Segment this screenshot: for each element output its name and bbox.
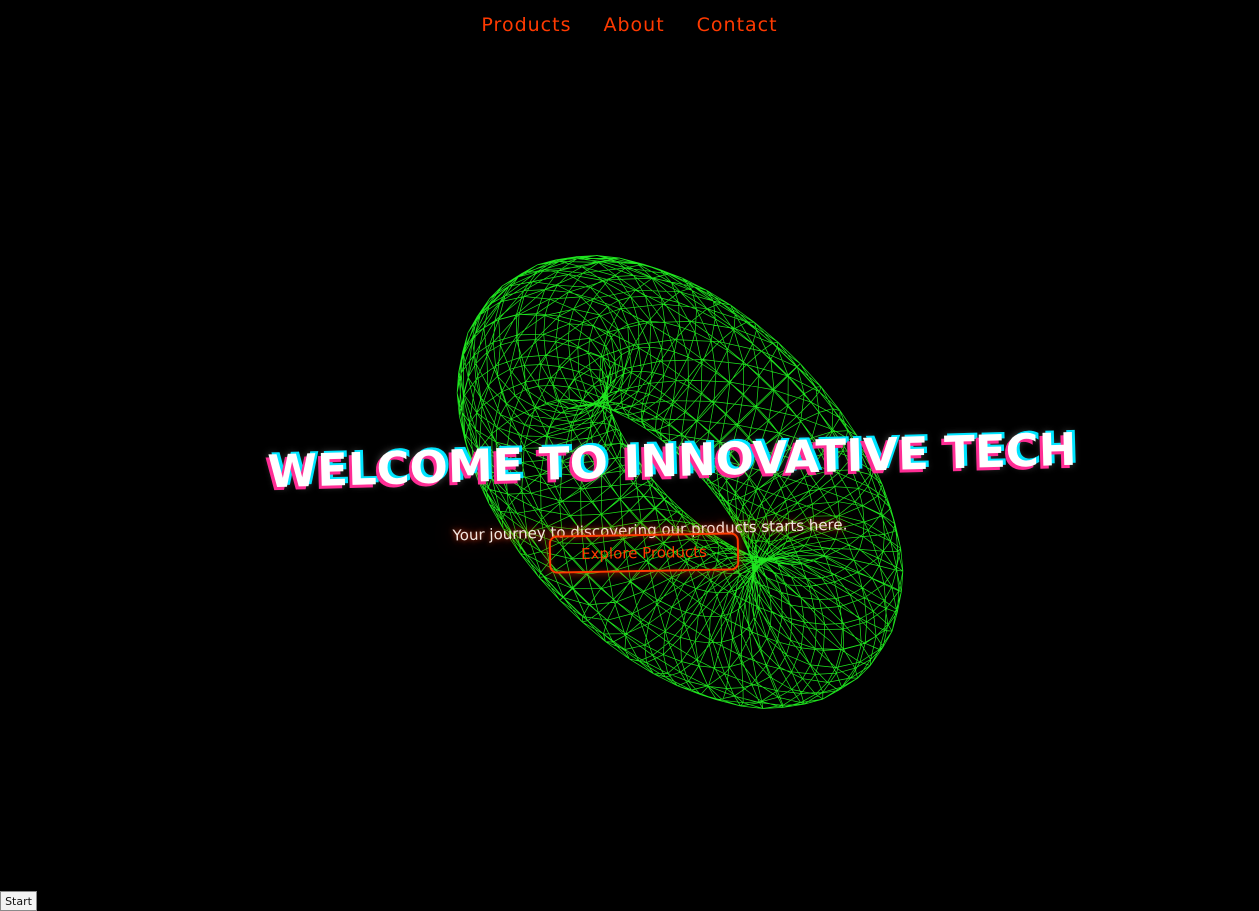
- wireframe-torus-graphic: [456, 255, 904, 709]
- nav-link-about[interactable]: About: [603, 12, 664, 38]
- nav-link-products[interactable]: Products: [481, 12, 571, 38]
- top-nav: Products About Contact: [0, 12, 1259, 38]
- start-button[interactable]: Start: [0, 891, 37, 911]
- torus-wireframe-lines: [456, 255, 904, 709]
- explore-products-button[interactable]: Explore Products: [548, 532, 740, 574]
- torus-mesh: [456, 255, 904, 709]
- nav-link-contact[interactable]: Contact: [697, 12, 778, 38]
